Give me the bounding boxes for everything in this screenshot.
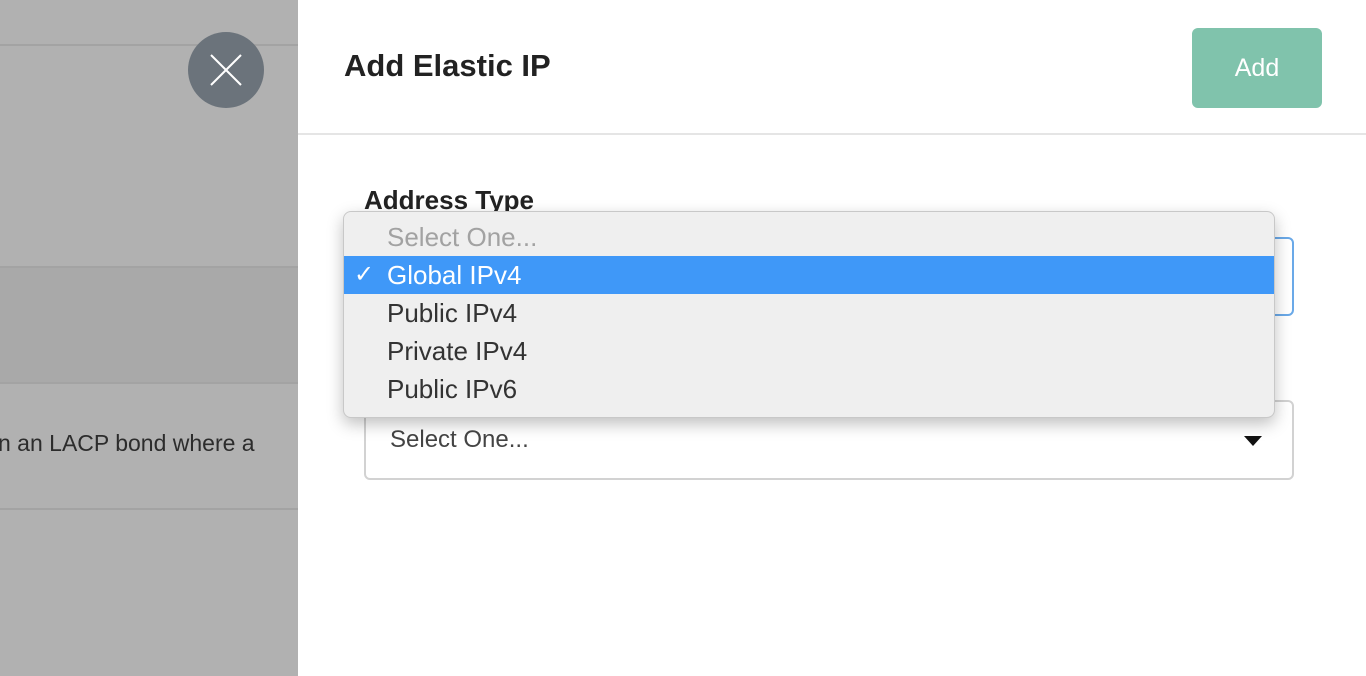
dropdown-option[interactable]: Public IPv6 (344, 370, 1274, 408)
dropdown-option[interactable]: Select One... (344, 218, 1274, 256)
chevron-down-icon (1244, 436, 1262, 446)
row-band (0, 268, 298, 382)
background-text: n an LACP bond where a (0, 430, 255, 456)
address-type-dropdown-menu: Select One... ✓ Global IPv4 Public IPv4 … (343, 211, 1275, 418)
panel-header: Add Elastic IP Add (298, 0, 1366, 135)
dropdown-option[interactable]: Private IPv4 (344, 332, 1274, 370)
panel-title: Add Elastic IP (344, 48, 551, 83)
dropdown-option-selected[interactable]: ✓ Global IPv4 (344, 256, 1274, 294)
close-icon (210, 54, 242, 86)
checkmark-icon: ✓ (354, 261, 375, 288)
divider (0, 508, 298, 510)
close-button[interactable] (188, 32, 264, 108)
divider (0, 382, 298, 384)
second-select-value: Select One... (390, 426, 529, 453)
add-button[interactable]: Add (1192, 28, 1322, 108)
dropdown-option[interactable]: Public IPv4 (344, 294, 1274, 332)
